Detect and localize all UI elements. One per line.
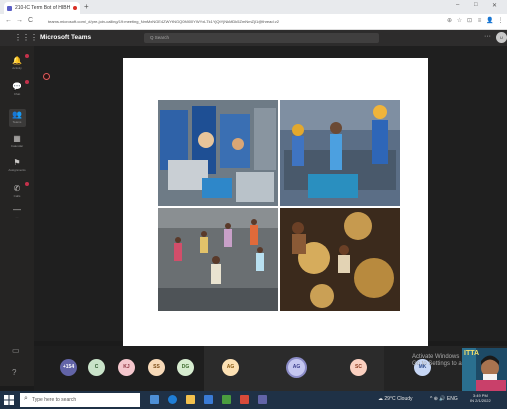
- search-icon: ⌕: [24, 395, 28, 402]
- browser-tab[interactable]: 210-IC Term Bot of HIBH ×: [4, 2, 80, 14]
- participant-avatar[interactable]: AG: [222, 359, 239, 376]
- rail-item[interactable]: 🔔 Activity: [7, 54, 29, 78]
- participant-avatar[interactable]: AG: [288, 359, 305, 376]
- rail-item-label: Calls: [13, 194, 21, 198]
- participant-avatar[interactable]: C: [88, 359, 105, 376]
- excel-icon[interactable]: [222, 395, 231, 404]
- app-title: Microsoft Teams: [40, 34, 92, 41]
- photo-factory-machines: [158, 100, 278, 206]
- apps-icon[interactable]: ▭: [12, 346, 20, 355]
- store-icon[interactable]: [204, 395, 213, 404]
- rail-item-label: Calendar: [10, 144, 24, 148]
- rail-item[interactable]: 👥 Teams: [7, 110, 27, 132]
- profile-icon[interactable]: 👤: [486, 18, 493, 25]
- notification-badge: [25, 80, 29, 84]
- minimize-button[interactable]: –: [456, 2, 459, 8]
- rail-item-label: Activity: [12, 66, 22, 70]
- close-window-button[interactable]: ✕: [492, 2, 497, 9]
- browser-menu-icon[interactable]: ⋮: [497, 18, 504, 25]
- edge-browser-icon[interactable]: [168, 395, 177, 404]
- assignments-icon: ⚑: [13, 158, 21, 167]
- rail-item-label: Chat: [13, 92, 21, 96]
- maximize-button[interactable]: □: [474, 2, 478, 8]
- forward-button[interactable]: →: [16, 17, 23, 24]
- participant-avatar[interactable]: DG: [177, 359, 194, 376]
- new-tab-button[interactable]: +: [84, 2, 89, 11]
- calls-icon: ✆: [13, 184, 21, 193]
- rail-item[interactable]: ✆ Calls: [7, 182, 29, 206]
- rail-item[interactable]: 💬 Chat: [7, 80, 29, 104]
- rail-item-label: Teams: [12, 120, 22, 124]
- recording-indicator-icon: [73, 6, 78, 10]
- clock[interactable]: 3:49 PM IN 2/1/2022: [470, 393, 491, 403]
- pdf-reader-icon[interactable]: [240, 395, 249, 404]
- photo-children-quarry: [158, 208, 278, 311]
- recording-icon: [43, 73, 50, 80]
- notification-badge: [25, 54, 29, 58]
- back-button[interactable]: ←: [5, 17, 12, 24]
- file-explorer-icon[interactable]: [186, 395, 195, 404]
- bell-icon: 🔔: [12, 56, 22, 65]
- more-apps-icon: —: [13, 205, 21, 214]
- profile-avatar[interactable]: U: [496, 32, 507, 43]
- teams-taskbar-icon[interactable]: [258, 395, 267, 404]
- rail-item[interactable]: — ···: [7, 205, 27, 227]
- reload-button[interactable]: C: [28, 17, 33, 24]
- rail-item-label: ···: [15, 215, 19, 219]
- bookmark-star-icon[interactable]: ☆: [456, 18, 463, 25]
- teams-favicon-icon: [7, 5, 12, 11]
- url-field[interactable]: teams.microsoft.com/_#/pre-join-calling/…: [48, 17, 428, 27]
- help-icon[interactable]: ?: [12, 368, 16, 377]
- task-view-icon[interactable]: [150, 395, 159, 404]
- rail-item[interactable]: ▦ Calendar: [7, 134, 27, 156]
- child-labour-photo-collage: [158, 100, 400, 311]
- notification-badge: [25, 182, 29, 186]
- participant-avatar[interactable]: SC: [350, 359, 367, 376]
- photo-factory-workers: [280, 100, 400, 206]
- participant-video-tile[interactable]: ITTA: [462, 348, 507, 393]
- windows-start-icon[interactable]: [4, 395, 14, 405]
- chat-icon: 💬: [12, 82, 22, 91]
- system-tray[interactable]: ^ ⊕ 🔊 ENG: [430, 396, 458, 402]
- extension-icon[interactable]: ⊕: [446, 18, 453, 25]
- app-launcher-icon[interactable]: ⋮⋮⋮: [14, 33, 38, 42]
- more-options-icon[interactable]: ···: [484, 33, 491, 40]
- browser-tab-title: 210-IC Term Bot of HIBH: [15, 5, 71, 11]
- participant-avatar[interactable]: KJ: [118, 359, 135, 376]
- photo-basket-weaving: [280, 208, 400, 311]
- reading-list-icon[interactable]: ≡: [476, 18, 483, 25]
- participant-avatar[interactable]: +154: [60, 359, 77, 376]
- search-input[interactable]: Q Search: [144, 33, 379, 43]
- rail-item[interactable]: ⚑ Assignments: [7, 158, 27, 180]
- calendar-icon: ▦: [13, 134, 21, 143]
- video-overlay-text: ITTA: [464, 350, 480, 357]
- participant-avatar[interactable]: SS: [148, 359, 165, 376]
- weather-widget[interactable]: ☁ 29°C Cloudy: [378, 396, 413, 402]
- clock-date: IN 2/1/2022: [470, 398, 491, 403]
- taskbar-search-input[interactable]: Type here to search: [20, 393, 140, 407]
- rail-item-label: Assignments: [8, 168, 26, 172]
- teams-icon: 👥: [12, 110, 22, 119]
- cast-icon[interactable]: ⊡: [466, 18, 473, 25]
